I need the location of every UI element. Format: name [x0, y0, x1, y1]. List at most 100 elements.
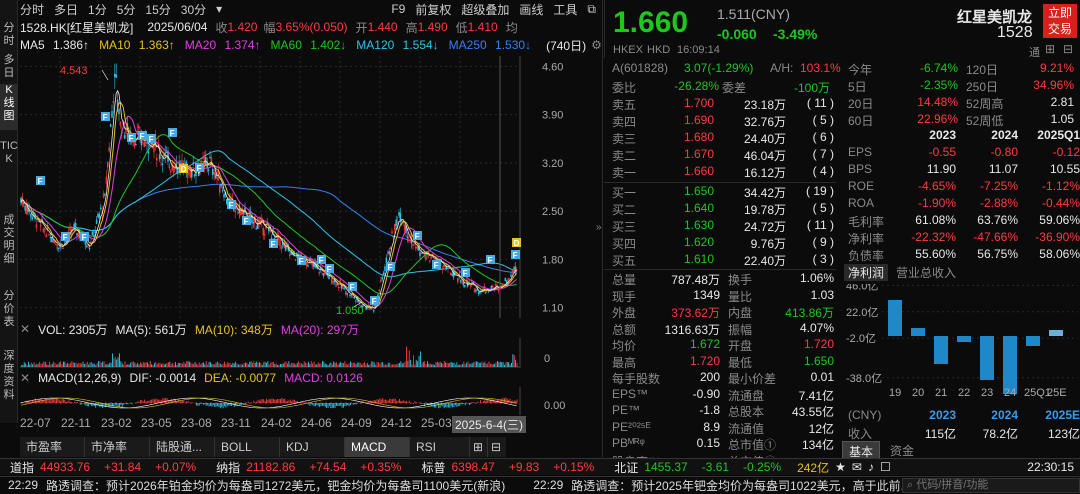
ticker-bz-name[interactable]: 北证 — [614, 459, 638, 476]
collapse-icon[interactable]: » — [596, 222, 602, 233]
detail-label: 每手股数 — [612, 370, 660, 387]
search-input[interactable]: ⌕ 代码/拼音/功能 — [902, 478, 1080, 493]
restore-icon[interactable]: ⧉ — [587, 2, 596, 17]
sidebar-item-intraday[interactable]: 分时 — [0, 22, 18, 52]
vol-bar — [350, 362, 351, 367]
bell-icon[interactable]: ♪ — [868, 460, 874, 474]
macd-bar — [487, 400, 488, 403]
draw-line-button[interactable]: 画线 — [519, 1, 543, 18]
macd-bar — [118, 403, 119, 406]
tab-5min[interactable]: 5分 — [117, 1, 136, 18]
chevron-down-icon[interactable]: ▾ — [216, 2, 222, 16]
tab-revenue[interactable]: 营业总收入 — [896, 264, 956, 281]
perf-value: 2.81 — [1012, 95, 1074, 109]
vol-bar — [265, 362, 266, 367]
tab-boll[interactable]: BOLL — [215, 437, 280, 457]
ticker-sp-name[interactable]: 标普 — [421, 459, 445, 476]
settings-icon[interactable]: ⚙ — [591, 38, 602, 52]
bid-price: 1.640 — [644, 201, 714, 215]
tab-multiday[interactable]: 多日 — [54, 1, 78, 18]
vol-bar — [364, 362, 365, 367]
sidebar-item-kline[interactable]: K线图 — [0, 84, 18, 130]
tab-pe[interactable]: 市盈率 — [20, 437, 85, 457]
layout-icon[interactable]: ⊞ — [1045, 42, 1055, 56]
vol-bar — [244, 363, 245, 367]
vol-bar — [291, 363, 292, 367]
close-icon[interactable]: ✕ — [20, 371, 30, 385]
tab-1min[interactable]: 1分 — [88, 1, 107, 18]
tab-intraday[interactable]: 分时 — [20, 1, 44, 18]
kline-chart[interactable]: 4.603.903.202.501.801.10 FFFFFFFFDFFFFFF… — [20, 56, 592, 318]
marker-letter: F — [140, 132, 145, 141]
profit-x-label: 23 — [981, 387, 993, 399]
tab-30min[interactable]: 30分 — [181, 1, 206, 18]
volume-chart[interactable]: 0 — [20, 338, 592, 368]
macd-bar — [262, 399, 263, 403]
tools-button[interactable]: 工具 — [553, 1, 577, 18]
sidebar-item-trade-detail[interactable]: 成交明细 — [0, 214, 18, 274]
vol-bar — [80, 363, 81, 367]
tab-macd[interactable]: MACD — [345, 437, 410, 457]
fin-year: 2023 — [898, 128, 956, 142]
grid-icon[interactable]: ⊟ — [488, 437, 506, 457]
profit-chart[interactable]: 46.0亿22.0亿-2.0亿-38.0亿19202122232425Q125E — [842, 284, 1080, 410]
vol-bar — [143, 362, 144, 367]
detail-row: PE™-1.8总股本43.55亿 — [604, 403, 836, 420]
ticker-dow-name[interactable]: 道指 — [10, 459, 34, 476]
vol-bar — [507, 362, 508, 367]
vol-bar — [116, 359, 117, 367]
tab-net-profit[interactable]: 净利润 — [844, 264, 888, 281]
ticker-nasdaq-name[interactable]: 纳指 — [216, 459, 240, 476]
vol-bar — [46, 364, 47, 367]
macd-bar — [141, 400, 142, 403]
vol-bar — [48, 365, 49, 367]
detail-value: 1316.63万 — [660, 321, 720, 338]
news-item[interactable]: 路透调查：预计2025年钯金均价为每盎司1022美元，高于此前... — [571, 477, 910, 494]
macd-bar — [125, 403, 126, 404]
star-icon[interactable]: ★ — [835, 460, 846, 474]
grid-icon[interactable]: ⊟ — [1063, 42, 1073, 56]
macd-bar — [465, 403, 466, 405]
macd-chart[interactable]: 0.00 — [20, 387, 592, 415]
sidebar-item-price-table[interactable]: 分价表 — [0, 290, 18, 334]
candle-body — [116, 75, 117, 78]
vol-bar — [501, 362, 502, 367]
chat-icon[interactable]: ✉ — [852, 460, 862, 474]
low-label: 低 — [456, 19, 468, 36]
add-icon[interactable]: ⊞ — [470, 437, 488, 457]
bid-label: 买三 — [612, 218, 636, 235]
financial-report-marker: F — [413, 231, 422, 241]
macd-bar — [172, 401, 173, 403]
macd-bar — [123, 403, 124, 405]
news-item[interactable]: 路透调查：预计2026年铂金均价为每盎司1272美元，钯金均价为每盎司1100美… — [46, 477, 505, 494]
overlay-button[interactable]: 超级叠加 — [461, 1, 509, 18]
adjust-button[interactable]: 前复权 — [415, 1, 451, 18]
price-change-pct: -3.49% — [773, 26, 817, 42]
vol-bar — [77, 364, 78, 367]
trade-button[interactable]: 立即交易 — [1043, 4, 1077, 38]
close-icon[interactable]: ✕ — [20, 322, 30, 336]
macd-bar — [414, 401, 415, 403]
bid-price: 1.620 — [644, 235, 714, 249]
macd-bar — [472, 402, 473, 403]
macd-bar — [221, 403, 222, 407]
ma-count[interactable]: (740日) — [546, 37, 586, 54]
tab-15min[interactable]: 15分 — [145, 1, 170, 18]
tab-pb[interactable]: 市净率 — [85, 437, 150, 457]
sidebar-item-tick[interactable]: TICK — [0, 140, 18, 200]
vol-bar — [277, 365, 278, 367]
tab-connect[interactable]: 陆股通... — [150, 437, 215, 457]
marker-letter: F — [350, 283, 355, 292]
tab-kdj[interactable]: KDJ — [280, 437, 345, 457]
f9-button[interactable]: F9 — [391, 2, 405, 16]
candle-body — [341, 285, 342, 288]
tab-rsi[interactable]: RSI — [410, 437, 470, 457]
mail-icon[interactable]: ☐ — [880, 460, 891, 474]
sidebar-item-multiday[interactable]: 多日 — [0, 54, 18, 69]
sidebar-item-depth[interactable]: 深度资料 — [0, 350, 18, 410]
vol-bar — [470, 364, 471, 367]
macd-bar — [242, 403, 243, 404]
perf-label: 250日 — [966, 78, 998, 95]
macd-bar — [405, 401, 406, 403]
macd-bar — [50, 399, 51, 403]
